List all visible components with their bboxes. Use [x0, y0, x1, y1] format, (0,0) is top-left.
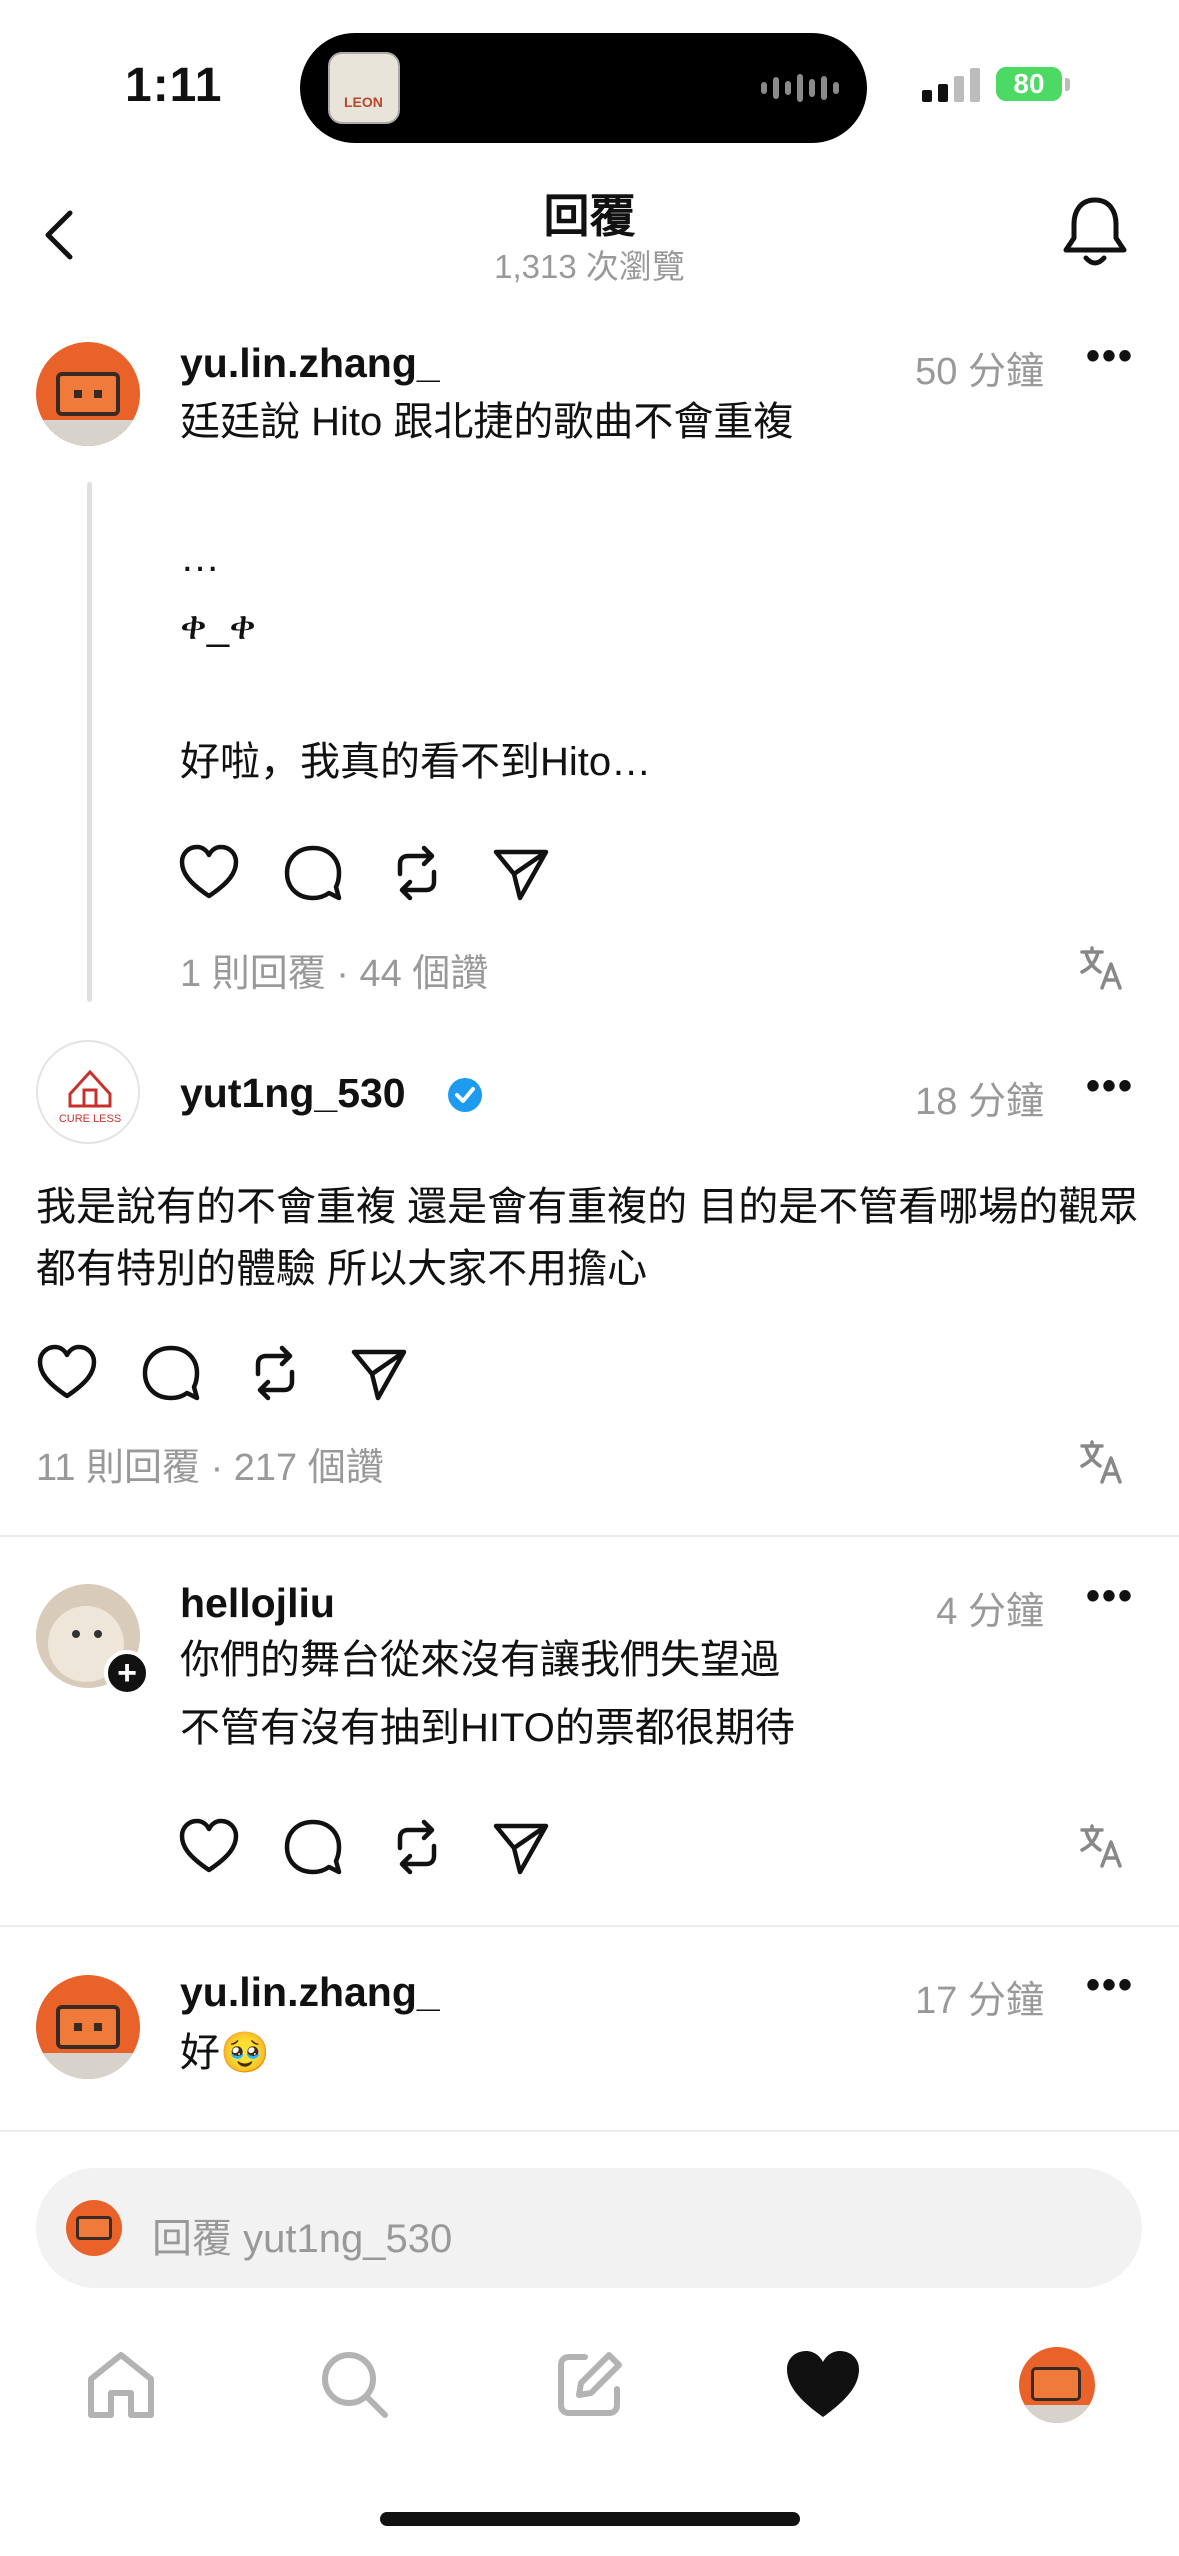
audio-wave-icon [761, 73, 839, 103]
verified-badge-icon [448, 1078, 482, 1112]
tab-activity[interactable] [778, 2340, 868, 2430]
bell-icon [1063, 197, 1127, 266]
divider [0, 1925, 1179, 1927]
like-icon[interactable] [36, 1342, 98, 1404]
battery-tip [1065, 78, 1070, 91]
notifications-button[interactable] [1060, 192, 1130, 270]
avatar[interactable] [36, 342, 140, 446]
comment-icon[interactable] [282, 1816, 344, 1878]
translate-icon[interactable] [1078, 1822, 1126, 1870]
tab-compose[interactable] [544, 2340, 634, 2430]
username[interactable]: yut1ng_530 [180, 1070, 406, 1117]
status-time: 1:11 [125, 59, 223, 112]
page-header: 回覆 1,313 次瀏覽 [0, 170, 1179, 300]
reply-input[interactable]: 回覆 yut1ng_530 [36, 2168, 1142, 2288]
timestamp: 50 分鐘 [915, 351, 1044, 393]
dynamic-island[interactable]: LEON [300, 33, 867, 143]
share-icon[interactable] [348, 1342, 410, 1404]
comment-icon[interactable] [140, 1342, 202, 1404]
more-options-icon[interactable]: ••• [1086, 1574, 1134, 1619]
page-title: 回覆 [543, 190, 636, 242]
more-options-icon[interactable]: ••• [1086, 334, 1134, 379]
post-text: 好🥹 [180, 2031, 270, 2075]
username[interactable]: yu.lin.zhang_ [180, 340, 440, 387]
view-count: 1,313 次瀏覽 [494, 248, 685, 285]
post-actions [178, 842, 552, 904]
house-logo-icon: CURE LESS [59, 1069, 121, 1125]
home-icon [88, 2352, 154, 2418]
home-indicator[interactable] [380, 2512, 800, 2526]
heart-filled-icon [787, 2351, 859, 2417]
tab-bar [0, 2320, 1179, 2470]
avatar [1019, 2347, 1095, 2423]
avatar-logo-text: CURE LESS [59, 1113, 121, 1125]
tab-home[interactable] [76, 2340, 166, 2430]
share-icon[interactable] [490, 842, 552, 904]
search-icon [322, 2352, 388, 2418]
repost-icon[interactable] [244, 1342, 306, 1404]
post-actions [36, 1342, 410, 1404]
divider [0, 2130, 1179, 2132]
like-icon[interactable] [178, 1816, 240, 1878]
status-bar: 1:11 LEON 80 [0, 0, 1179, 170]
thread-line [87, 482, 92, 1002]
reply-placeholder: 回覆 yut1ng_530 [152, 2217, 453, 2261]
tab-search[interactable] [310, 2340, 400, 2430]
repost-icon[interactable] [386, 842, 448, 904]
post-text: 我是說有的不會重複 還是會有重複的 目的是不管看哪場的觀眾都有特別的體驗 所以大… [36, 1185, 1139, 1291]
island-album-art: LEON [328, 52, 400, 124]
post-meta[interactable]: 11 則回覆 · 217 個讚 [36, 1436, 384, 1491]
timestamp: 18 分鐘 [915, 1081, 1044, 1123]
avatar[interactable] [36, 1975, 140, 2079]
avatar[interactable]: CURE LESS [36, 1040, 140, 1144]
post-actions [178, 1816, 552, 1878]
post-meta[interactable]: 1 則回覆 · 44 個讚 [180, 942, 488, 997]
more-options-icon[interactable]: ••• [1086, 1963, 1134, 2008]
share-icon[interactable] [490, 1816, 552, 1878]
divider [0, 1535, 1179, 1537]
username[interactable]: hellojliu [180, 1580, 335, 1627]
more-options-icon[interactable]: ••• [1086, 1064, 1134, 1109]
cellular-signal-icon [922, 66, 980, 102]
comment-icon[interactable] [282, 842, 344, 904]
repost-icon[interactable] [386, 1816, 448, 1878]
translate-icon[interactable] [1078, 944, 1126, 992]
battery-indicator: 80 [996, 67, 1062, 101]
tab-profile[interactable] [1012, 2340, 1102, 2430]
compose-icon [558, 2352, 622, 2416]
follow-plus-icon[interactable]: + [104, 1650, 150, 1696]
translate-icon[interactable] [1078, 1438, 1126, 1486]
username[interactable]: yu.lin.zhang_ [180, 1969, 440, 2016]
like-icon[interactable] [178, 842, 240, 904]
avatar [66, 2200, 122, 2256]
post-text: 你們的舞台從來沒有讓我們失望過 不管有沒有抽到HITO的票都很期待 [180, 1638, 795, 1750]
post-text: 廷廷說 Hito 跟北捷的歌曲不會重複 … ቀ_ቀ 好啦，我真的看不到Hito… [180, 400, 794, 784]
timestamp: 17 分鐘 [915, 1980, 1044, 2022]
